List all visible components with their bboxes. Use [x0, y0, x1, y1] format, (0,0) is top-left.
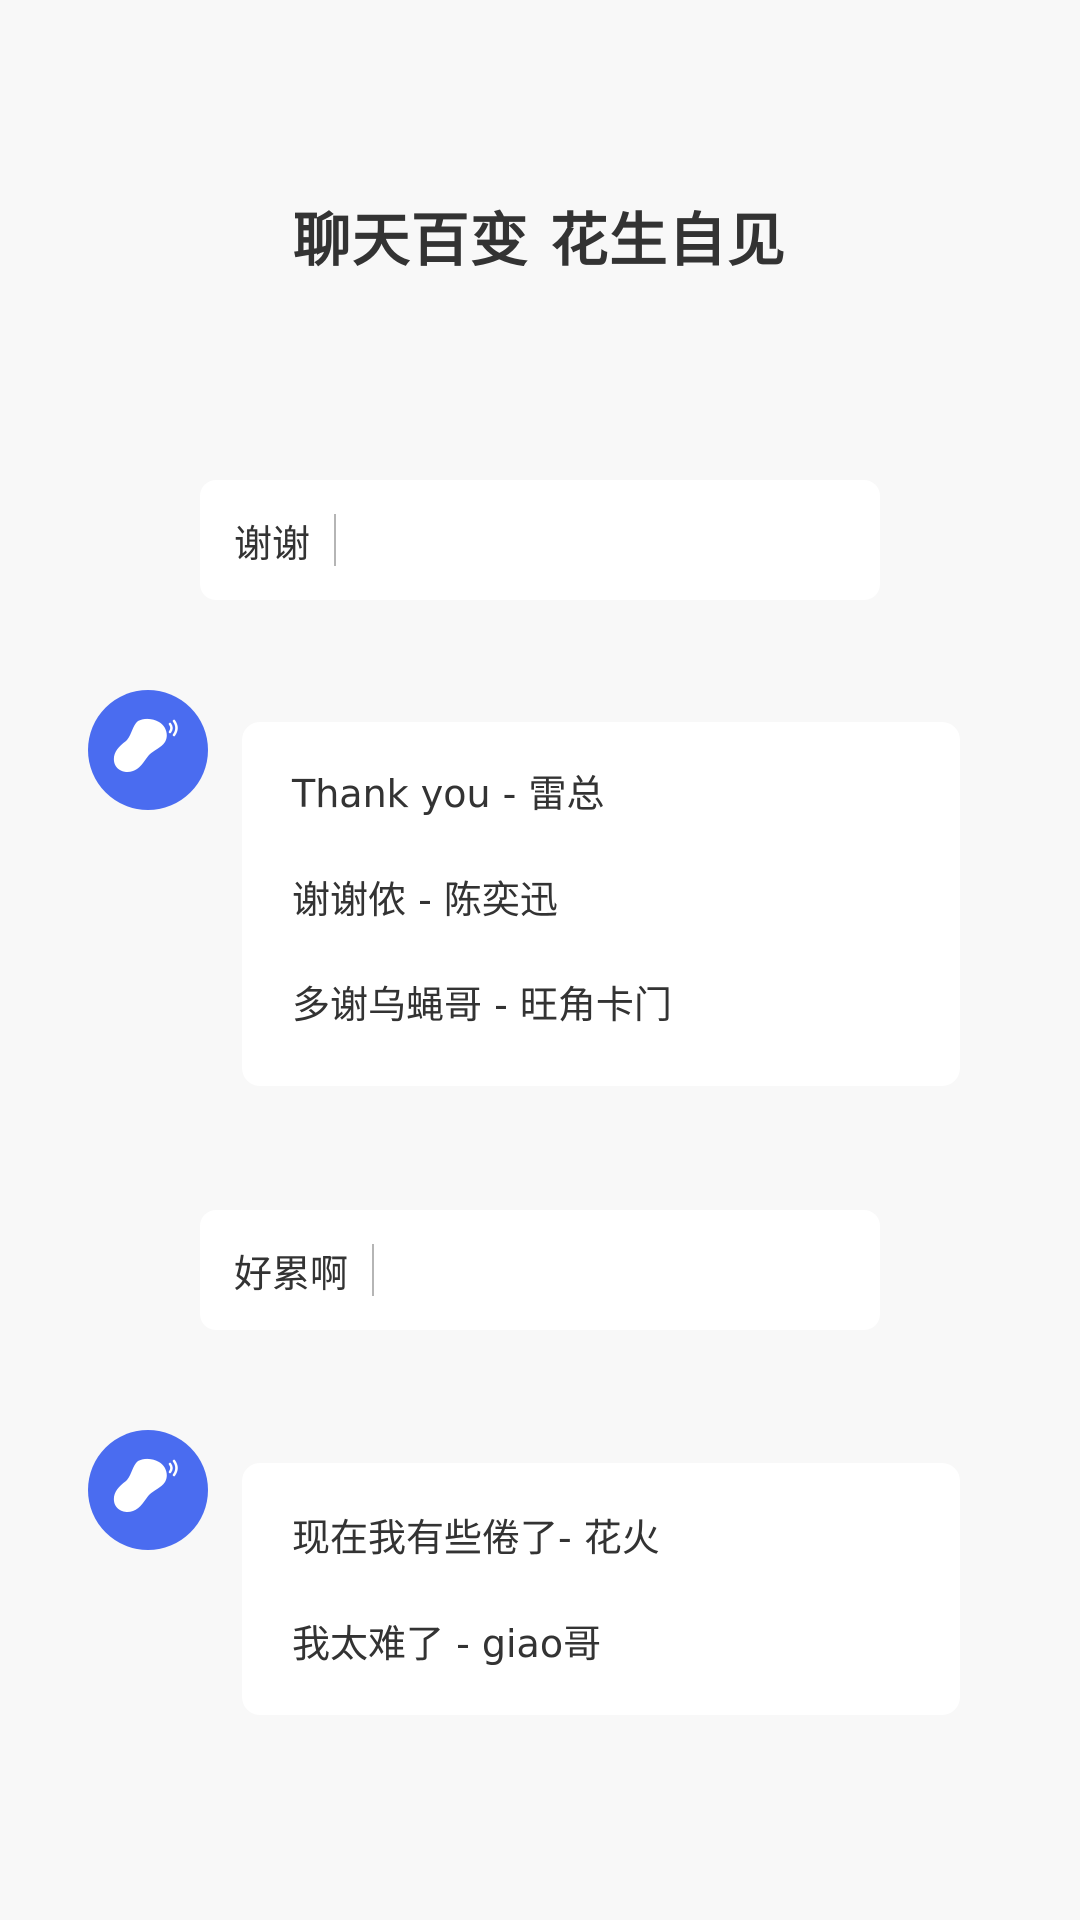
page-title: 聊天百变 花生自见	[293, 206, 787, 274]
input-text: 好累啊	[234, 1251, 349, 1296]
suggestion-item[interactable]: 现在我有些倦了- 花火	[292, 1513, 660, 1563]
avatar	[88, 1430, 208, 1550]
peanut-icon	[113, 718, 178, 772]
peanut-icon	[113, 1458, 178, 1512]
suggestion-item[interactable]: 我太难了 - giao哥	[292, 1619, 601, 1669]
chat-input-field[interactable]: 好累啊	[200, 1210, 880, 1330]
suggestion-item[interactable]: Thank you - 雷总	[292, 769, 604, 819]
suggestion-item[interactable]: 多谢乌蝇哥 - 旺角卡门	[292, 980, 672, 1030]
input-text: 谢谢	[234, 521, 311, 566]
suggestion-item[interactable]: 谢谢侬 - 陈奕迅	[292, 875, 558, 925]
avatar	[88, 690, 208, 810]
suggestion-card: Thank you - 雷总 谢谢侬 - 陈奕迅 多谢乌蝇哥 - 旺角卡门	[242, 722, 960, 1086]
text-cursor	[334, 514, 337, 566]
text-cursor	[372, 1244, 375, 1296]
suggestion-card: 现在我有些倦了- 花火 我太难了 - giao哥	[242, 1463, 960, 1715]
chat-input-field[interactable]: 谢谢	[200, 480, 880, 600]
